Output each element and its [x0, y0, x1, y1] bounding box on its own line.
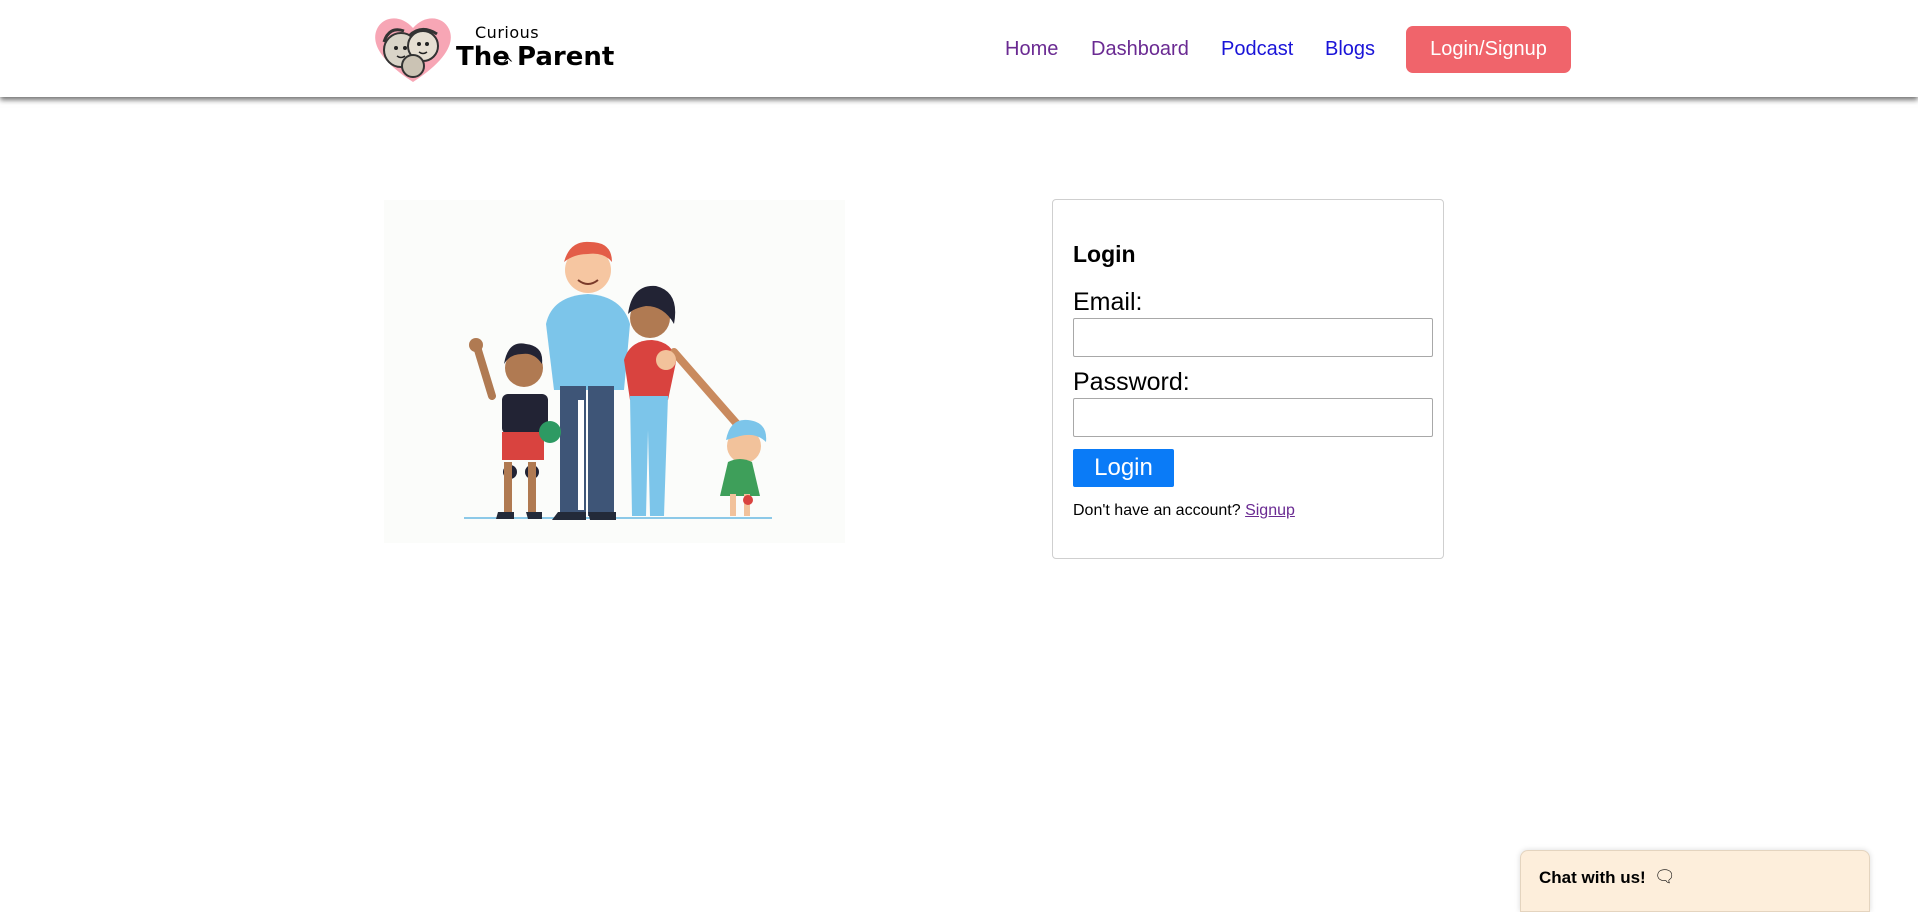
password-field[interactable]: [1073, 398, 1433, 437]
chat-widget[interactable]: Chat with us! 🗨: [1520, 850, 1870, 912]
nav-dashboard-link[interactable]: Dashboard: [1091, 37, 1189, 61]
login-title: Login: [1073, 241, 1136, 267]
signup-link[interactable]: Signup: [1245, 502, 1295, 519]
email-label: Email:: [1073, 288, 1143, 316]
nav-blogs-link[interactable]: Blogs: [1325, 37, 1375, 61]
nav-home-link[interactable]: Home: [1005, 37, 1058, 61]
logo-text-parent: Parent: [517, 42, 615, 72]
site-header: Curious The ^ Parent Home Dashboard Podc…: [0, 0, 1918, 97]
login-signup-button[interactable]: Login/Signup: [1406, 26, 1571, 73]
logo-caret-icon: ^: [502, 56, 514, 72]
speech-bubbles-icon: 🗨: [1654, 867, 1676, 886]
family-illustration: [384, 200, 845, 543]
chat-label: Chat with us!: [1539, 868, 1646, 887]
password-label: Password:: [1073, 368, 1190, 396]
nav-podcast-link[interactable]: Podcast: [1221, 37, 1293, 61]
login-button[interactable]: Login: [1073, 449, 1174, 487]
signup-prompt: Don't have an account? Signup: [1073, 502, 1295, 520]
site-logo[interactable]: Curious The ^ Parent: [371, 12, 614, 86]
logo-heart-icon: [375, 18, 451, 82]
login-card: Login Email: Password: Login Don't have …: [1052, 199, 1444, 559]
logo-text-curious: Curious: [475, 23, 540, 42]
no-account-text: Don't have an account?: [1073, 502, 1241, 519]
email-field[interactable]: [1073, 318, 1433, 357]
